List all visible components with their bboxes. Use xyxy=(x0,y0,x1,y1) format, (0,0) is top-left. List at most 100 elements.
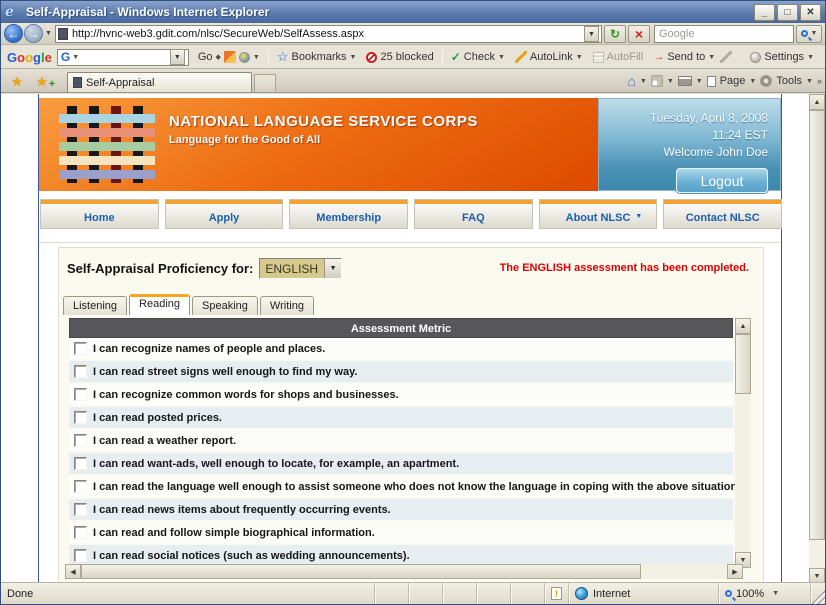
refresh-icon: ↻ xyxy=(610,27,620,41)
checkbox[interactable] xyxy=(74,549,87,562)
scrollbar-thumb[interactable] xyxy=(735,334,751,394)
nav-button[interactable]: Membership ▼ xyxy=(289,199,408,229)
autolink-button[interactable]: AutoLink ▼ xyxy=(515,51,583,63)
checkbox[interactable] xyxy=(74,365,87,378)
security-report-cell[interactable]: ! xyxy=(545,583,569,604)
checkbox[interactable] xyxy=(74,388,87,401)
address-dropdown-icon[interactable]: ▼ xyxy=(584,26,599,42)
favorites-button[interactable]: ★ xyxy=(5,72,29,91)
settings-button[interactable]: Settings ▼ xyxy=(750,51,814,63)
security-zone-cell: Internet xyxy=(569,583,719,604)
skill-tab[interactable]: Listening xyxy=(63,296,127,315)
resize-grip[interactable] xyxy=(811,583,825,604)
add-favorite-icon: ★+ xyxy=(36,74,48,89)
tab-page-icon xyxy=(73,77,82,88)
nav-button[interactable]: About NLSC ▼ xyxy=(539,199,658,229)
nav-button-stripe xyxy=(415,200,532,204)
home-icon[interactable]: ⌂ xyxy=(627,73,635,89)
add-favorite-button[interactable]: ★+ xyxy=(30,72,54,91)
google-search-combo[interactable]: G ▼ ▼ xyxy=(57,49,189,66)
nav-button[interactable]: Contact NLSC ▼ xyxy=(663,199,782,229)
search-input[interactable]: Google xyxy=(654,25,794,43)
scrollbar-thumb[interactable] xyxy=(81,564,641,579)
scroll-left-icon[interactable]: ◀ xyxy=(65,564,81,579)
google-logo: Google xyxy=(7,50,52,65)
nav-button[interactable]: Home ▼ xyxy=(40,199,159,229)
check-icon: ✓ xyxy=(451,50,461,64)
scrollbar-thumb[interactable] xyxy=(809,110,825,540)
page-menu-icon xyxy=(707,76,716,87)
bookmarks-button[interactable]: ☆ Bookmarks ▼ xyxy=(277,49,357,65)
sendto-button[interactable]: → Send to ▼ xyxy=(653,51,715,63)
status-text: Done xyxy=(1,583,375,604)
table-vertical-scrollbar[interactable]: ▲ ▼ xyxy=(735,318,751,568)
nav-button-label: FAQ xyxy=(415,200,532,232)
address-field[interactable]: http://hvnc-web3.gdit.com/nlsc/SecureWeb… xyxy=(55,25,602,43)
date-text: Tuesday, April 8, 2008 xyxy=(599,111,768,125)
new-tab-stub[interactable] xyxy=(254,74,276,92)
skill-tab[interactable]: Speaking xyxy=(192,296,258,315)
metric-text: I can read social notices (such as weddi… xyxy=(93,550,410,562)
checkbox[interactable] xyxy=(74,411,87,424)
main-nav: Home ▼ Apply ▼ Membership ▼ FAQ ▼ About … xyxy=(40,199,782,229)
select-dropdown-icon[interactable]: ▼ xyxy=(324,259,341,278)
window-title: Self-Appraisal - Windows Internet Explor… xyxy=(26,5,754,19)
table-horizontal-scrollbar[interactable]: ◀ ▶ xyxy=(65,564,743,579)
go-button[interactable]: Go ◆ ▼ xyxy=(198,51,260,63)
browser-tab-self-appraisal[interactable]: Self-Appraisal xyxy=(67,72,252,92)
combo-arrow-icon[interactable]: ▼ xyxy=(170,49,185,65)
browser-window: e Self-Appraisal - Windows Internet Expl… xyxy=(0,0,826,605)
scroll-up-icon[interactable]: ▲ xyxy=(735,318,751,334)
browser-vertical-scrollbar[interactable]: ▲ ▼ xyxy=(809,94,825,584)
nav-button[interactable]: Apply ▼ xyxy=(165,199,284,229)
more-tools-icon xyxy=(239,52,250,63)
zoom-dropdown-icon[interactable]: ▼ xyxy=(772,590,779,597)
toolbar-overflow-icon[interactable]: » xyxy=(817,76,821,86)
zoom-control[interactable]: 100% ▼ xyxy=(719,583,811,604)
printer-icon[interactable] xyxy=(678,76,692,86)
language-selected-value: ENGLISH xyxy=(260,259,324,278)
logout-button[interactable]: Logout xyxy=(676,168,768,193)
tab-title: Self-Appraisal xyxy=(86,77,154,89)
popup-blocker-button[interactable]: 25 blocked xyxy=(366,51,433,63)
metric-text: I can read and follow simple biographica… xyxy=(93,527,375,539)
zoom-magnifier-icon xyxy=(725,590,732,597)
favorites-star-icon: ★ xyxy=(11,74,23,89)
table-row: I can read street signs well enough to f… xyxy=(69,361,733,384)
checkbox[interactable] xyxy=(74,480,87,493)
language-select[interactable]: ENGLISH ▼ xyxy=(259,258,342,279)
combo-dropdown-icon[interactable]: ▼ xyxy=(72,54,79,61)
tools-menu[interactable]: Tools xyxy=(776,75,802,87)
scroll-right-icon[interactable]: ▶ xyxy=(727,564,743,579)
checkbox[interactable] xyxy=(74,503,87,516)
checkbox[interactable] xyxy=(74,342,87,355)
maximize-button[interactable]: □ xyxy=(777,4,798,21)
close-button[interactable]: ✕ xyxy=(800,4,821,21)
forward-button[interactable]: → xyxy=(24,24,43,43)
spellcheck-button[interactable]: ✓ Check ▼ xyxy=(451,50,505,64)
search-button[interactable]: ▼ xyxy=(796,25,822,43)
settings-sphere-icon xyxy=(750,52,761,63)
checkbox[interactable] xyxy=(74,434,87,447)
tools-gear-icon xyxy=(760,75,772,87)
nav-button[interactable]: FAQ ▼ xyxy=(414,199,533,229)
sendto-arrow-icon: → xyxy=(653,51,664,63)
nav-button-stripe xyxy=(41,200,158,204)
minimize-button[interactable]: _ xyxy=(754,4,775,21)
bookmark-star-icon: ☆ xyxy=(277,49,289,65)
skill-tab[interactable]: Writing xyxy=(260,296,314,315)
refresh-button[interactable]: ↻ xyxy=(604,25,626,43)
checkbox[interactable] xyxy=(74,526,87,539)
page-menu[interactable]: Page xyxy=(720,75,746,87)
nav-button-label: Home xyxy=(41,200,158,232)
nlsc-logo xyxy=(59,106,155,183)
checkbox[interactable] xyxy=(74,457,87,470)
skill-tab[interactable]: Reading xyxy=(129,294,190,315)
autofill-button: AutoFill xyxy=(593,51,644,63)
history-dropdown-icon[interactable]: ▼ xyxy=(45,30,52,37)
stop-button[interactable]: × xyxy=(628,25,650,43)
metric-text: I can read want-ads, well enough to loca… xyxy=(93,458,459,470)
search-options-icon[interactable]: ▼ xyxy=(811,30,818,37)
scroll-up-icon[interactable]: ▲ xyxy=(809,94,825,110)
back-button[interactable]: ← xyxy=(4,24,23,43)
